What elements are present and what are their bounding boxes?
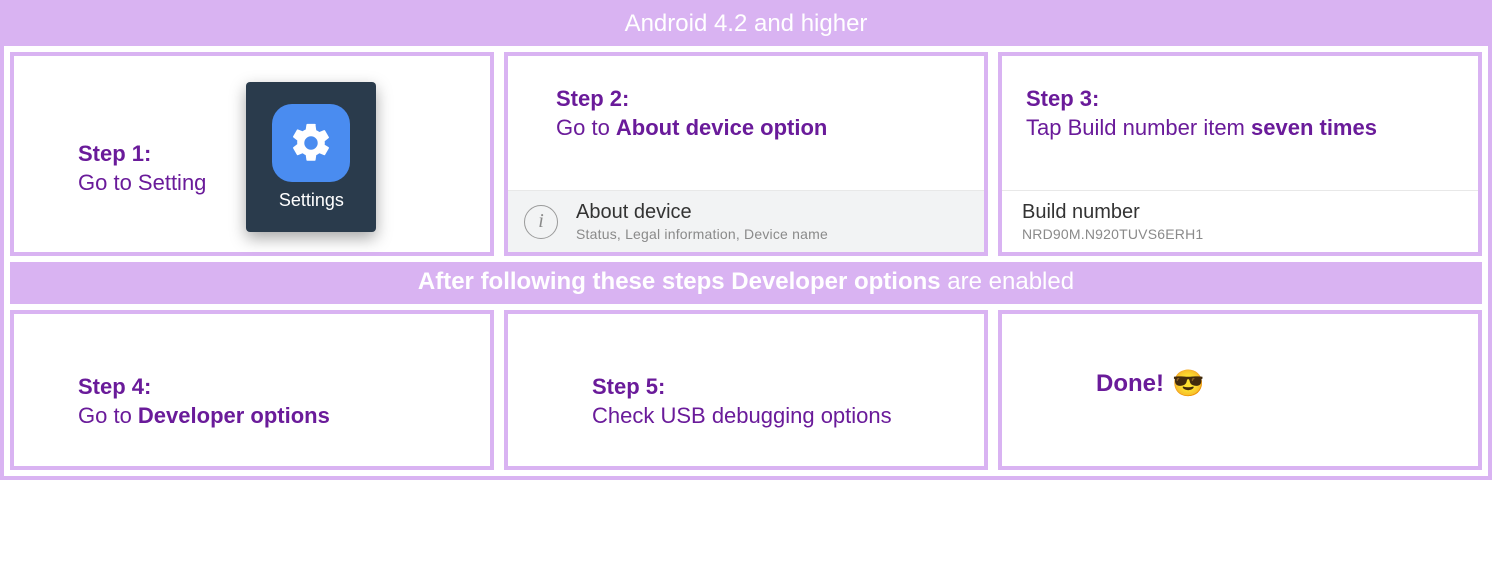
step-2-title: Step 2: [556, 86, 960, 112]
done-card: Done! 😎 [998, 310, 1482, 470]
step-4-card: Step 4: Go to Developer options [10, 310, 494, 470]
steps-row-1: Step 1: Go to Setting Settings Step 2: [4, 46, 1488, 262]
step-5-title: Step 5: [592, 374, 960, 400]
about-device-title: About device [576, 201, 968, 224]
build-number-row: Build number NRD90M.N920TUVS6ERH1 [1002, 190, 1478, 252]
step-4-body: Go to Developer options [78, 402, 466, 431]
step-1-card: Step 1: Go to Setting Settings [10, 52, 494, 256]
step-3-title: Step 3: [1026, 86, 1454, 112]
header-bar: Android 4.2 and higher [4, 4, 1488, 46]
info-icon: i [524, 205, 558, 239]
step-4-title: Step 4: [78, 374, 466, 400]
step-2-body: Go to About device option [556, 114, 960, 143]
step-3-body: Tap Build number item seven times [1026, 114, 1454, 143]
about-device-subtitle: Status, Legal information, Device name [576, 226, 968, 242]
step-4-body-prefix: Go to [78, 403, 138, 428]
intermediate-bar: After following these steps Developer op… [10, 262, 1482, 304]
step-3-body-bold: seven times [1251, 115, 1377, 140]
interbar-bold: After following these steps Developer op… [418, 268, 941, 295]
gear-icon [272, 104, 350, 182]
step-2-card: Step 2: Go to About device option i Abou… [504, 52, 988, 256]
build-number-title: Build number [1022, 201, 1462, 224]
about-device-row: i About device Status, Legal information… [508, 190, 984, 252]
step-5-card: Step 5: Check USB debugging options [504, 310, 988, 470]
build-number-value: NRD90M.N920TUVS6ERH1 [1022, 226, 1462, 242]
step-5-body: Check USB debugging options [592, 402, 960, 431]
step-1-body: Go to Setting [78, 169, 206, 198]
steps-row-2: Step 4: Go to Developer options Step 5: … [4, 304, 1488, 476]
header-title: Android 4.2 and higher [625, 10, 868, 37]
interbar-rest: are enabled [941, 268, 1074, 295]
done-label: Done! [1096, 370, 1164, 398]
sunglasses-emoji-icon: 😎 [1172, 368, 1204, 399]
step-3-body-prefix: Tap Build number item [1026, 115, 1251, 140]
settings-app-label: Settings [279, 190, 344, 211]
settings-app-tile: Settings [246, 82, 376, 232]
step-1-title: Step 1: [78, 141, 206, 167]
step-3-card: Step 3: Tap Build number item seven time… [998, 52, 1482, 256]
step-2-body-prefix: Go to [556, 115, 616, 140]
tutorial-container: Android 4.2 and higher Step 1: Go to Set… [0, 0, 1492, 480]
step-2-body-bold: About device option [616, 115, 827, 140]
step-4-body-bold: Developer options [138, 403, 330, 428]
